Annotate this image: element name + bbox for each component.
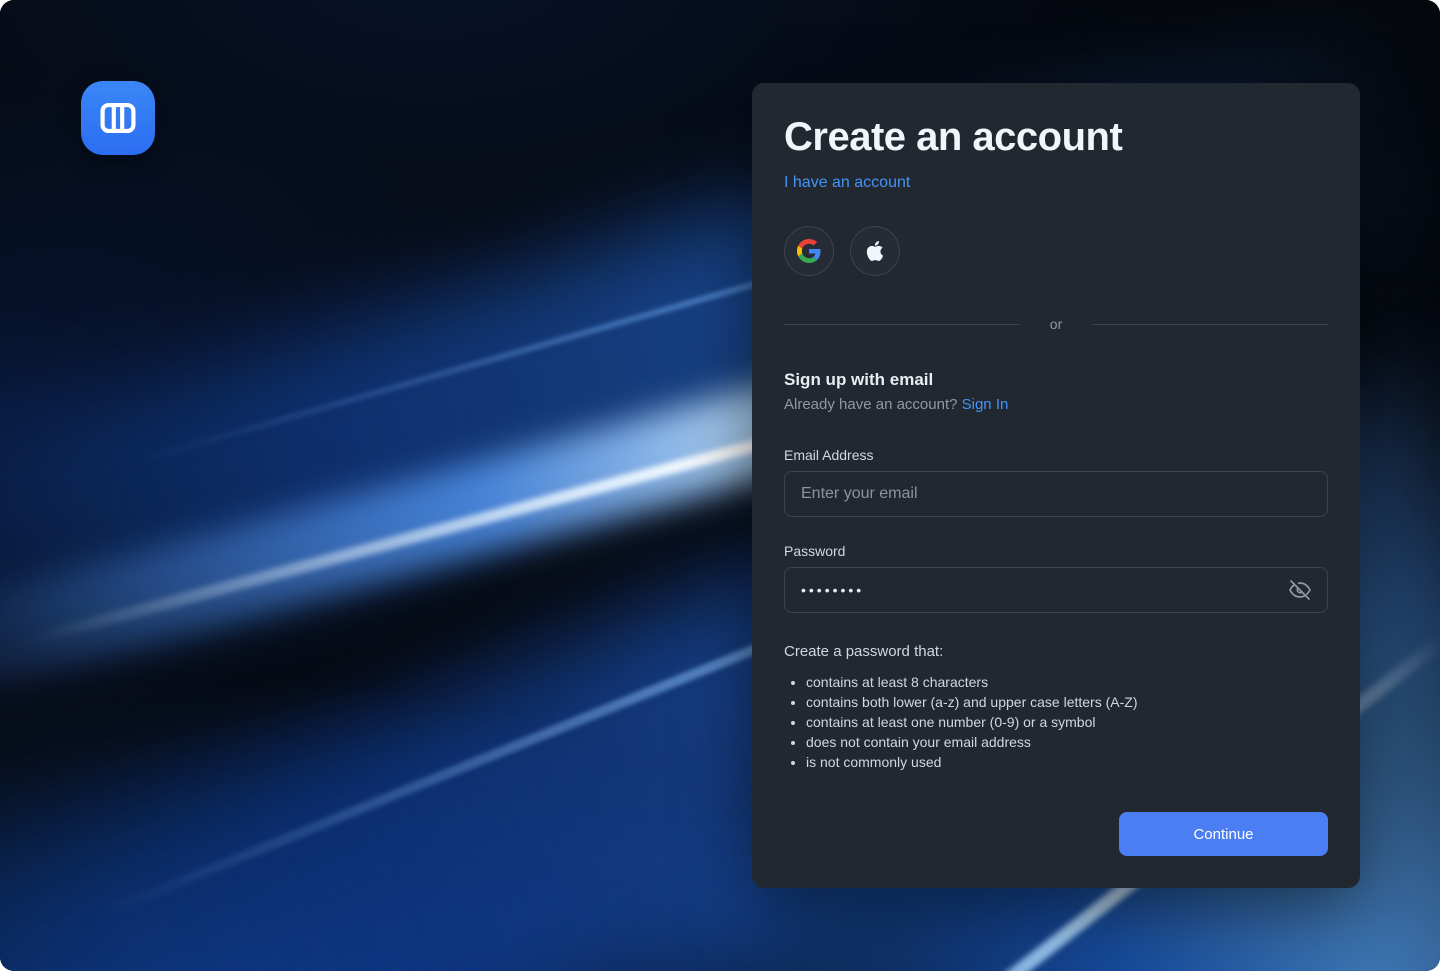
google-signup-button[interactable] bbox=[784, 226, 834, 276]
divider-label: or bbox=[1049, 316, 1063, 332]
card-footer: Continue bbox=[784, 812, 1328, 856]
password-rule: contains both lower (a-z) and upper case… bbox=[806, 692, 1328, 712]
password-field bbox=[784, 567, 1328, 613]
signup-heading: Sign up with email bbox=[784, 370, 934, 389]
password-rules-list: contains at least 8 characters contains … bbox=[784, 672, 1328, 772]
eye-off-icon bbox=[1289, 580, 1311, 600]
already-have-account-row: Already have an account? Sign In bbox=[784, 396, 1328, 413]
password-rule: contains at least one number (0-9) or a … bbox=[806, 712, 1328, 732]
google-icon bbox=[797, 239, 821, 263]
app-logo bbox=[81, 81, 155, 155]
password-label: Password bbox=[784, 543, 846, 559]
page-title: Create an account bbox=[784, 115, 1123, 159]
already-have-account-text: Already have an account? bbox=[784, 396, 958, 413]
password-rule: contains at least 8 characters bbox=[806, 672, 1328, 692]
divider-line bbox=[1092, 323, 1329, 325]
sign-in-link[interactable]: Sign In bbox=[962, 396, 1009, 413]
toggle-password-visibility-button[interactable] bbox=[1284, 574, 1316, 606]
signup-card: Create an account I have an account or S… bbox=[752, 83, 1360, 888]
password-rule: does not contain your email address bbox=[806, 732, 1328, 752]
divider-line bbox=[784, 323, 1020, 325]
email-input[interactable] bbox=[784, 471, 1328, 517]
continue-button[interactable]: Continue bbox=[1119, 812, 1328, 856]
columns-board-icon bbox=[100, 102, 136, 134]
divider: or bbox=[784, 316, 1329, 332]
screen: Create an account I have an account or S… bbox=[0, 0, 1440, 971]
apple-signup-button[interactable] bbox=[850, 226, 900, 276]
apple-icon bbox=[865, 240, 885, 262]
password-rule: is not commonly used bbox=[806, 752, 1328, 772]
password-input[interactable] bbox=[784, 567, 1328, 613]
email-label: Email Address bbox=[784, 447, 874, 463]
social-signup-row bbox=[784, 226, 1328, 276]
i-have-an-account-link[interactable]: I have an account bbox=[784, 174, 910, 192]
password-rules-title: Create a password that: bbox=[784, 643, 944, 660]
